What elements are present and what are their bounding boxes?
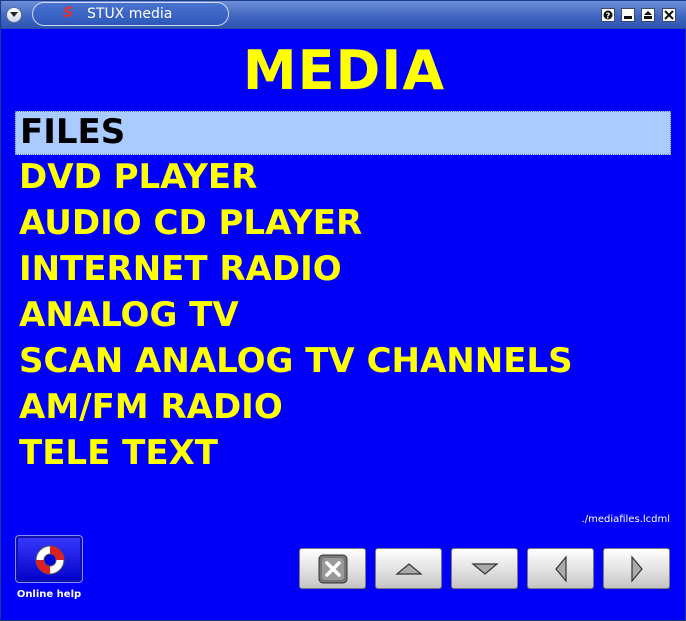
menu-item-tele-text[interactable]: TELE TEXT	[15, 433, 671, 479]
menu-item-analog-tv[interactable]: ANALOG TV	[15, 295, 671, 341]
lifebuoy-icon	[35, 545, 65, 575]
stux-media-window: S STUX media ? MEDIA FILES DVD PLAYER AU…	[0, 0, 686, 621]
close-icon	[664, 10, 674, 20]
close-x-icon	[318, 554, 347, 583]
arrow-down-icon	[470, 562, 499, 575]
chevron-down-icon	[10, 12, 18, 17]
minimize-icon	[624, 16, 632, 19]
menu-item-internet-radio[interactable]: INTERNET RADIO	[15, 249, 671, 295]
page-title: MEDIA	[242, 39, 446, 102]
menu-item-scan-analog-tv-channels[interactable]: SCAN ANALOG TV CHANNELS	[15, 341, 671, 387]
svg-text:?: ?	[606, 12, 611, 21]
menu-item-dvd-player[interactable]: DVD PLAYER	[15, 157, 671, 203]
arrow-right-icon	[630, 554, 643, 583]
stux-logo: S	[63, 5, 74, 21]
help-button[interactable]: ?	[601, 8, 615, 22]
minimize-button[interactable]	[621, 8, 635, 22]
title-bar: S STUX media ?	[1, 1, 686, 29]
file-path-label: ./mediafiles.lcdml	[581, 514, 670, 525]
online-help-label: Online help	[16, 589, 82, 600]
menu-item-audio-cd-player[interactable]: AUDIO CD PLAYER	[15, 203, 671, 249]
window-menu-button[interactable]	[6, 7, 22, 23]
arrow-up-icon	[394, 562, 423, 575]
menu-item-files[interactable]: FILES	[15, 111, 671, 155]
close-button[interactable]	[662, 8, 676, 22]
scroll-up-button[interactable]	[375, 548, 442, 589]
back-button[interactable]	[527, 548, 594, 589]
shade-button[interactable]	[641, 8, 655, 22]
shade-icon	[644, 11, 652, 19]
scroll-down-button[interactable]	[451, 548, 518, 589]
media-menu: FILES DVD PLAYER AUDIO CD PLAYER INTERNE…	[15, 111, 671, 479]
online-help-button[interactable]	[15, 535, 83, 583]
cancel-button[interactable]	[299, 548, 366, 589]
window-title-tab[interactable]: S STUX media	[32, 2, 229, 26]
arrow-left-icon	[554, 554, 567, 583]
window-title: STUX media	[87, 6, 173, 22]
forward-button[interactable]	[603, 548, 670, 589]
help-icon: ?	[603, 10, 613, 20]
menu-item-am-fm-radio[interactable]: AM/FM RADIO	[15, 387, 671, 433]
